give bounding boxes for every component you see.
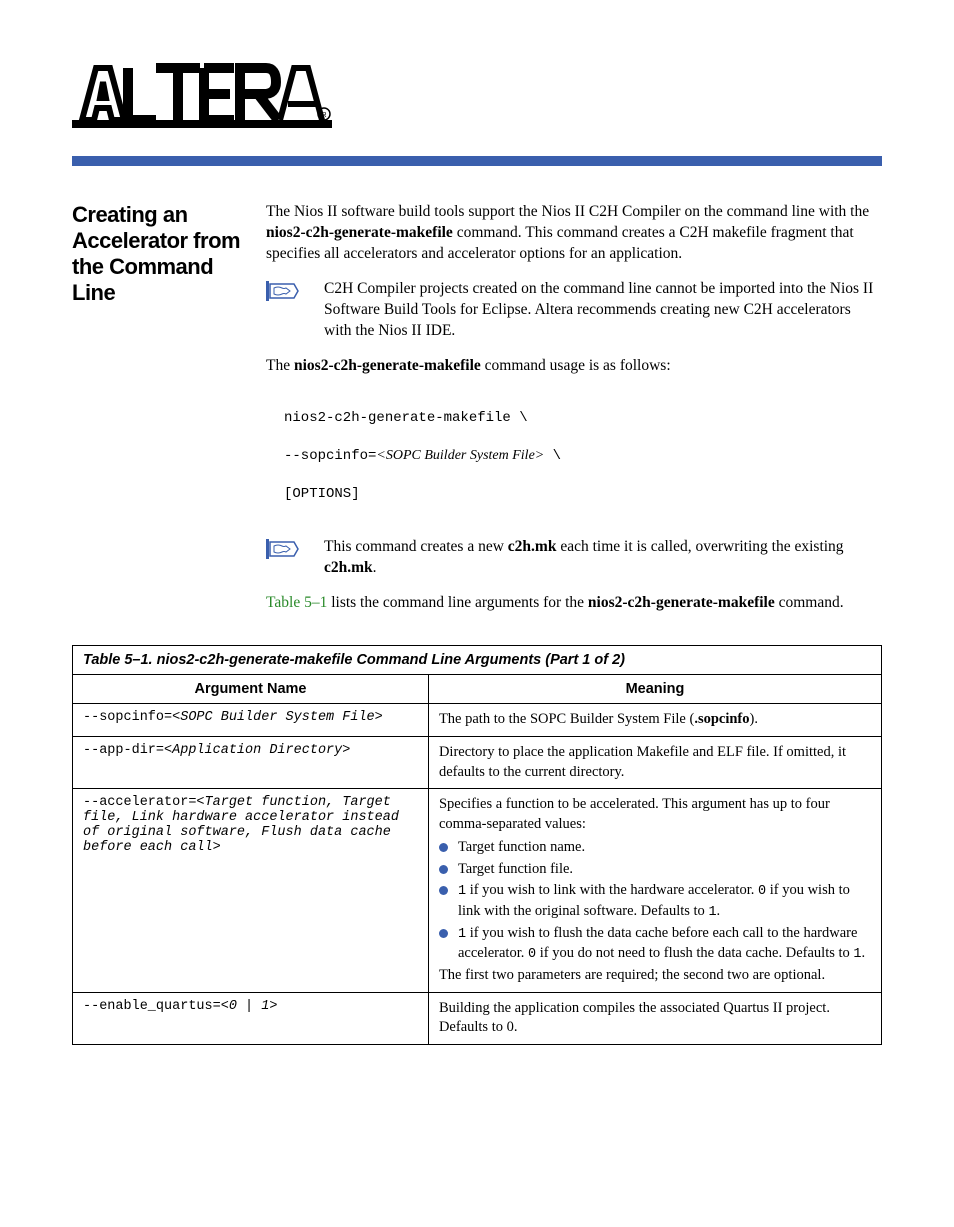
command-name: nios2-c2h-generate-makefile [588,594,775,611]
cmd-text: \ [544,448,561,464]
table-row: --sopcinfo=<SOPC Builder System File> Th… [73,704,882,737]
left-column: Creating an Accelerator from the Command… [72,202,242,627]
intro-paragraph: The Nios II software build tools support… [266,202,882,265]
arg-cell: --accelerator=<Target function, Target f… [73,789,429,993]
list-text: 1 if you wish to link with the hardware … [458,881,871,921]
text: The [266,357,294,374]
cmd-placeholder: <SOPC Builder System File> [376,448,544,463]
list-item: 1 if you wish to link with the hardware … [439,881,871,921]
table-header-row: Argument Name Meaning [73,675,882,704]
meaning-cell: Building the application compiles the as… [428,992,881,1044]
text: This command creates a new [324,538,508,555]
note-block-2: This command creates a new c2h.mk each t… [266,537,882,579]
brand-logo: R [72,60,882,138]
list-item: 1 if you wish to flush the data cache be… [439,924,871,964]
list-item: Target function file. [439,860,871,880]
arguments-table: Table 5–1. nios2-c2h-generate-makefile C… [72,645,882,1045]
note-hand-icon [266,281,300,301]
cmd-line-1: nios2-c2h-generate-makefile \ [284,409,882,428]
text: lists the command line arguments for the [327,594,588,611]
arg-cell: --app-dir=<Application Directory> [73,737,429,789]
table-title-row: Table 5–1. nios2-c2h-generate-makefile C… [73,646,882,675]
command-name: nios2-c2h-generate-makefile [294,357,481,374]
col-header-argument: Argument Name [73,675,429,704]
note-hand-icon [266,539,300,559]
text: each time it is called, overwriting the … [556,538,843,555]
arg-cell: --sopcinfo=<SOPC Builder System File> [73,704,429,737]
cmd-line-3: [OPTIONS] [284,485,882,504]
col-header-meaning: Meaning [428,675,881,704]
arg-cell: --enable_quartus=<0 | 1> [73,992,429,1044]
note-icon-wrap [266,537,302,579]
meaning-outro: The first two parameters are required; t… [439,967,825,983]
command-name: nios2-c2h-generate-makefile [266,224,453,241]
meaning-cell: The path to the SOPC Builder System File… [428,704,881,737]
list-text: 1 if you wish to flush the data cache be… [458,924,871,964]
svg-text:R: R [321,112,326,119]
bullet-icon [439,929,448,938]
cmd-line-2: --sopcinfo=<SOPC Builder System File> \ [284,447,882,466]
usage-intro-paragraph: The nios2-c2h-generate-makefile command … [266,356,882,377]
list-text: Target function file. [458,860,573,880]
table-intro-paragraph: Table 5–1 lists the command line argumen… [266,593,882,614]
right-column: The Nios II software build tools support… [266,202,882,627]
note-text: This command creates a new c2h.mk each t… [324,537,882,579]
text: . [373,559,377,576]
list-item: Target function name. [439,838,871,858]
filename: c2h.mk [324,559,373,576]
meaning-cell: Directory to place the application Makef… [428,737,881,789]
bullet-icon [439,843,448,852]
filename: c2h.mk [508,538,557,555]
table-row: --app-dir=<Application Directory> Direct… [73,737,882,789]
table-caption: Table 5–1. nios2-c2h-generate-makefile C… [73,646,882,675]
accelerator-sublist: Target function name. Target function fi… [439,838,871,964]
note-icon-wrap [266,279,302,342]
arguments-table-wrap: Table 5–1. nios2-c2h-generate-makefile C… [72,645,882,1045]
table-crossref[interactable]: Table 5–1 [266,594,327,611]
header-blue-bar [72,156,882,166]
text: command usage is as follows: [481,357,671,374]
note-text: C2H Compiler projects created on the com… [324,279,882,342]
meaning-cell: Specifies a function to be accelerated. … [428,789,881,993]
text: The Nios II software build tools support… [266,203,869,220]
list-text: Target function name. [458,838,585,858]
text: command. [775,594,844,611]
table-row: --enable_quartus=<0 | 1> Building the ap… [73,992,882,1044]
note-block-1: C2H Compiler projects created on the com… [266,279,882,342]
meaning-intro: Specifies a function to be accelerated. … [439,796,830,832]
bullet-icon [439,886,448,895]
altera-logo-icon: R [72,60,332,138]
cmd-text: --sopcinfo= [284,448,376,464]
section-heading: Creating an Accelerator from the Command… [72,202,242,306]
table-row: --accelerator=<Target function, Target f… [73,789,882,993]
bullet-icon [439,865,448,874]
content-columns: Creating an Accelerator from the Command… [72,202,882,627]
command-usage-block: nios2-c2h-generate-makefile \ --sopcinfo… [284,390,882,522]
